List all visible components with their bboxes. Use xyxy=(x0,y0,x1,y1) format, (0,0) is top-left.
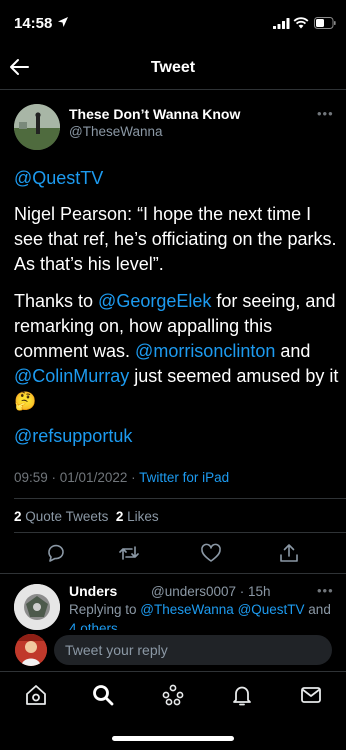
mention-quest-tv[interactable]: @QuestTV xyxy=(14,166,340,191)
page-title: Tweet xyxy=(150,59,196,76)
home-indicator xyxy=(112,736,234,741)
reply-mention-quest-tv[interactable]: @QuestTV xyxy=(238,602,305,617)
quote-count: 2 xyxy=(14,509,22,524)
quote-label: Quote Tweets xyxy=(25,509,109,524)
like-icon[interactable] xyxy=(200,542,222,564)
quote-tweets-link[interactable]: 2 Quote Tweets xyxy=(14,509,108,524)
retweet-icon[interactable] xyxy=(118,542,140,564)
likes-label: Likes xyxy=(127,509,159,524)
reply-author-handle: @unders0007 · 15h xyxy=(151,584,271,599)
author-handle[interactable]: @TheseWanna xyxy=(69,124,163,139)
tweet-paragraph-2: Thanks to @GeorgeElek for seeing, and re… xyxy=(14,289,340,414)
reply-mention-these-wanna[interactable]: @TheseWanna xyxy=(140,602,234,617)
messages-icon[interactable] xyxy=(299,683,323,707)
reply-input[interactable]: Tweet your reply xyxy=(54,635,332,665)
reply-icon[interactable] xyxy=(45,542,67,564)
replying-to-label: Replying to xyxy=(69,602,141,617)
likes-link[interactable]: 2 Likes xyxy=(116,509,159,524)
tweet-source-link[interactable]: Twitter for iPad xyxy=(139,470,229,485)
tabbar-divider xyxy=(0,671,346,672)
mention-george-elek[interactable]: @GeorgeElek xyxy=(98,291,211,311)
like-count: 2 xyxy=(115,509,124,524)
cellular-signal-icon xyxy=(273,18,290,29)
reply-author-name[interactable]: Unders xyxy=(69,583,117,599)
spaces-icon[interactable] xyxy=(161,683,185,707)
notifications-icon[interactable] xyxy=(230,683,254,707)
wifi-icon xyxy=(293,17,309,29)
timestamp-text: 09:59 · 01/01/2022 · xyxy=(14,470,140,485)
user-avatar xyxy=(15,634,47,666)
battery-icon xyxy=(314,17,336,29)
tweet-text-segment: and xyxy=(275,341,311,361)
author-avatar[interactable] xyxy=(14,104,60,150)
reply-others-link[interactable]: 4 others xyxy=(69,621,118,630)
tweet-text-segment: Thanks to xyxy=(14,291,99,311)
engagement-stats: 2 Quote Tweets 2 Likes xyxy=(14,509,159,524)
mention-ref-support-uk[interactable]: @refsupportuk xyxy=(14,424,340,449)
stats-divider xyxy=(14,532,346,533)
author-name[interactable]: These Don’t Wanna Know xyxy=(69,106,240,122)
tweet-timestamp: 09:59 · 01/01/2022 · Twitter for iPad xyxy=(14,470,229,485)
location-arrow-icon xyxy=(58,17,68,27)
home-icon[interactable] xyxy=(24,683,48,707)
mention-morrison-clinton[interactable]: @morrisonclinton xyxy=(135,341,275,361)
search-icon[interactable] xyxy=(91,683,115,707)
more-options-icon[interactable]: ••• xyxy=(317,106,334,121)
header-divider xyxy=(0,89,346,90)
replying-to-line: Replying to @TheseWanna @QuestTV and xyxy=(69,602,331,617)
status-time: 14:58 xyxy=(14,15,53,32)
meta-divider xyxy=(14,498,346,499)
reply-avatar[interactable] xyxy=(14,584,60,630)
tweet-paragraph-1: Nigel Pearson: “I hope the next time I s… xyxy=(14,204,337,274)
reply-and-text: and xyxy=(304,602,331,617)
actions-divider xyxy=(0,573,346,574)
mention-colin-murray[interactable]: @ColinMurray xyxy=(14,366,129,386)
share-icon[interactable] xyxy=(278,542,300,564)
reply-more-options-icon[interactable]: ••• xyxy=(317,583,334,598)
